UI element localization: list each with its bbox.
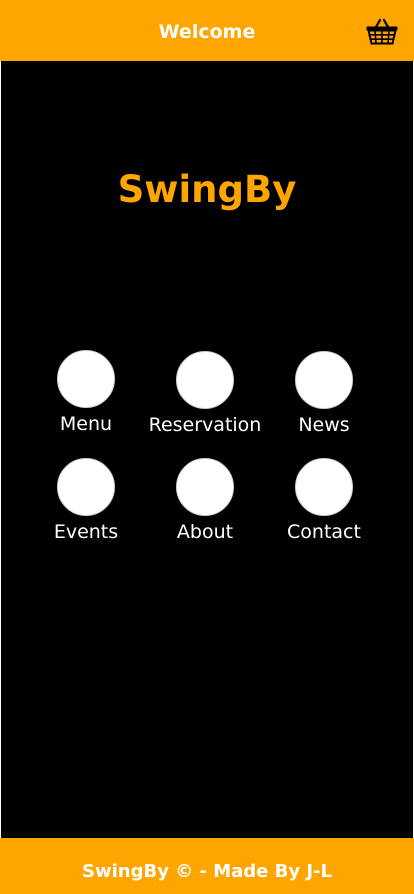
- nav-item-contact[interactable]: Contact: [264, 458, 384, 558]
- nav-item-news[interactable]: News: [264, 351, 384, 451]
- circle-icon: [295, 458, 353, 516]
- circle-icon: [295, 351, 353, 409]
- nav-item-menu[interactable]: Menu: [26, 350, 146, 450]
- nav-item-about[interactable]: About: [145, 458, 265, 558]
- nav-item-reservation[interactable]: Reservation: [145, 351, 265, 451]
- app-header: Welcome: [0, 0, 414, 61]
- main-panel: SwingBy Menu Reservation News Events Abo…: [1, 61, 413, 838]
- nav-item-events[interactable]: Events: [26, 458, 146, 558]
- app-footer: SwingBy © - Made By J-L: [0, 838, 414, 894]
- circle-icon: [57, 350, 115, 408]
- nav-label-contact: Contact: [287, 521, 361, 543]
- circle-icon: [57, 458, 115, 516]
- basket-icon[interactable]: [365, 17, 399, 45]
- nav-label-news: News: [298, 414, 350, 436]
- circle-icon: [176, 458, 234, 516]
- circle-icon: [176, 351, 234, 409]
- footer-credit: SwingBy © - Made By J-L: [82, 861, 332, 882]
- header-title: Welcome: [158, 21, 256, 43]
- brand-title: SwingBy: [117, 168, 297, 211]
